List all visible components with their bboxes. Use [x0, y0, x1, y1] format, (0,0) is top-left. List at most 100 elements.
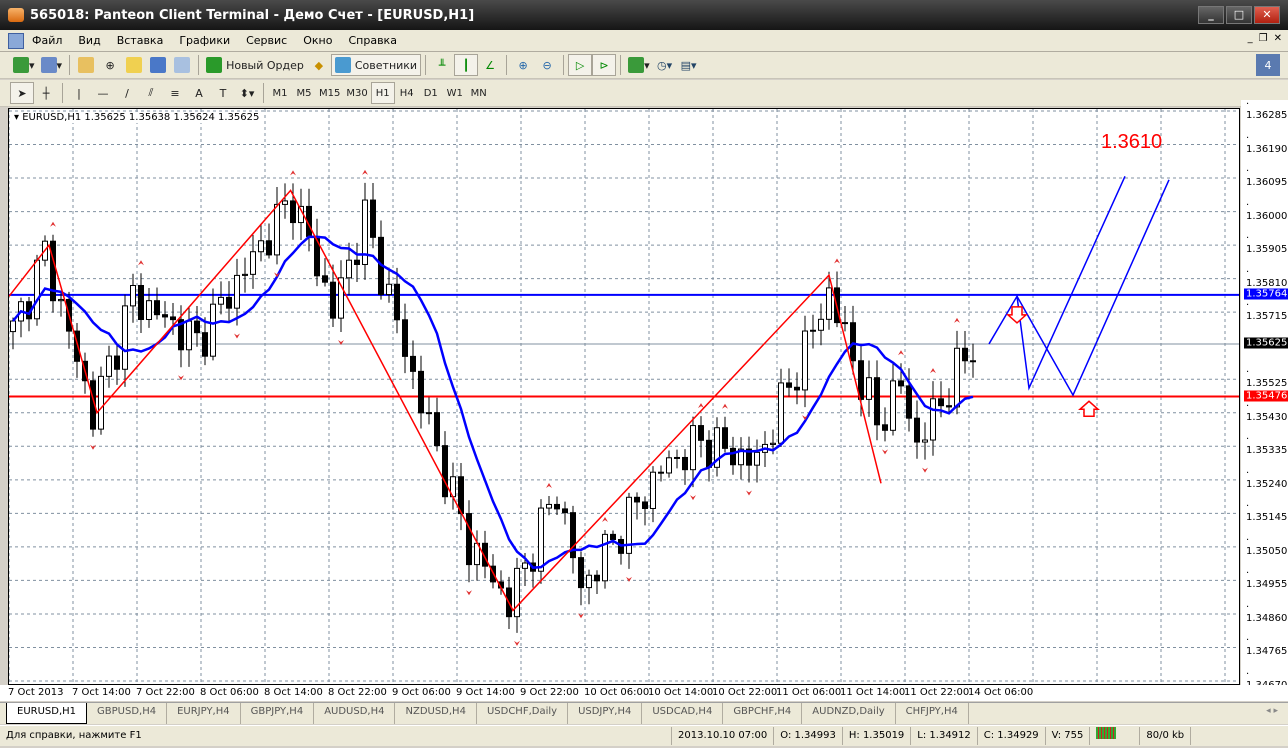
candle-body: [642, 501, 648, 509]
minimize-button[interactable]: _: [1198, 6, 1224, 24]
trendline-icon[interactable]: /: [115, 82, 139, 104]
chart-tab[interactable]: EURUSD,H1: [6, 703, 88, 724]
status-high: H: 1.35019: [843, 727, 912, 745]
timeframe-m30[interactable]: M30: [343, 82, 370, 104]
periods-button[interactable]: ◷▾: [653, 54, 677, 76]
chart-tab[interactable]: GBPJPY,H4: [241, 703, 315, 724]
timeframe-m5[interactable]: M5: [292, 82, 316, 104]
menu-tools[interactable]: Сервис: [238, 34, 295, 47]
candle-body: [258, 240, 264, 253]
candle-body: [98, 375, 104, 430]
chart-tab[interactable]: AUDUSD,H4: [314, 703, 396, 724]
mdi-restore[interactable]: ❐: [1259, 33, 1268, 44]
templates-button[interactable]: ▤▾: [677, 54, 701, 76]
sell-arrow-icon: [1006, 306, 1028, 324]
market-watch-icon[interactable]: [74, 54, 98, 76]
zoom-in-icon[interactable]: ⊕: [511, 54, 535, 76]
candle-body: [386, 283, 392, 296]
chart-tab[interactable]: CHFJPY,H4: [896, 703, 969, 724]
crosshair-icon[interactable]: ⊕: [98, 54, 122, 76]
candle-body: [874, 377, 880, 426]
candle-body: [370, 199, 376, 238]
candle-body: [202, 332, 208, 357]
candle-body: [538, 507, 544, 572]
chart-tab[interactable]: NZDUSD,H4: [395, 703, 477, 724]
arrows-icon[interactable]: ⬍▾: [235, 82, 259, 104]
menu-file[interactable]: Файл: [24, 34, 70, 47]
candle-body: [354, 259, 360, 265]
candle-body: [466, 513, 472, 566]
mdi-close[interactable]: ✕: [1274, 33, 1282, 44]
mdi-minimize[interactable]: _: [1248, 33, 1253, 44]
chart-shift-icon[interactable]: ⊳: [592, 54, 617, 76]
candle-body: [418, 370, 424, 414]
candle-body: [674, 456, 680, 459]
close-button[interactable]: ✕: [1254, 6, 1280, 24]
horizontal-line-icon[interactable]: —: [91, 82, 115, 104]
cursor-icon[interactable]: ➤: [10, 82, 34, 104]
expand-button[interactable]: 4: [1256, 54, 1280, 76]
autoscroll-icon[interactable]: ▷: [568, 54, 593, 76]
timeframe-m1[interactable]: M1: [268, 82, 292, 104]
candle-body: [946, 405, 952, 408]
navigator-icon[interactable]: [122, 54, 146, 76]
candlestick-icon[interactable]: ┃: [454, 54, 479, 76]
chart-tab[interactable]: AUDNZD,Daily: [802, 703, 896, 724]
time-tick: 10 Oct 14:00: [648, 687, 714, 698]
candle-body: [106, 355, 112, 377]
timeframe-h4[interactable]: H4: [395, 82, 419, 104]
vertical-line-icon[interactable]: |: [67, 82, 91, 104]
warning-icon[interactable]: ◆: [307, 54, 331, 76]
candle-body: [426, 412, 432, 415]
buy-arrow-icon: [1078, 400, 1100, 418]
timeframe-m15[interactable]: M15: [316, 82, 343, 104]
price-tick: · 1.35905: [1246, 233, 1288, 256]
chart-tab[interactable]: EURJPY,H4: [167, 703, 241, 724]
terminal-icon[interactable]: [146, 54, 170, 76]
menu-view[interactable]: Вид: [70, 34, 108, 47]
fibonacci-icon[interactable]: ≡: [163, 82, 187, 104]
new-order-button[interactable]: Новый Ордер: [203, 54, 307, 76]
chart-tab[interactable]: USDJPY,H4: [568, 703, 643, 724]
timeframe-w1[interactable]: W1: [443, 82, 467, 104]
candle-body: [242, 273, 248, 276]
candle-body: [410, 355, 416, 372]
app-icon: [8, 8, 24, 22]
fractal-up-arrow: [362, 169, 368, 175]
timeframe-mn[interactable]: MN: [467, 82, 491, 104]
text-icon[interactable]: A: [187, 82, 211, 104]
zoom-out-icon[interactable]: ⊖: [535, 54, 559, 76]
experts-button[interactable]: Советники: [330, 54, 422, 76]
chart-tab[interactable]: GBPCHF,H4: [723, 703, 803, 724]
candle-body: [754, 451, 760, 466]
timeframe-d1[interactable]: D1: [419, 82, 443, 104]
experts-icon: [334, 57, 351, 73]
status-traffic: 80/0 kb: [1140, 727, 1192, 745]
maximize-button[interactable]: □: [1226, 6, 1252, 24]
line-chart-icon[interactable]: ∠: [478, 54, 502, 76]
new-chart-button[interactable]: ▾: [10, 54, 38, 76]
fractal-down-arrow: [882, 449, 888, 455]
price-tick: · 1.36285: [1246, 99, 1288, 121]
chart-area[interactable]: 1.3610: [8, 108, 1240, 685]
profiles-button[interactable]: ▾: [38, 54, 66, 76]
candle-body: [970, 360, 976, 363]
tester-icon[interactable]: [170, 54, 194, 76]
menu-help[interactable]: Справка: [340, 34, 404, 47]
tab-scroll-arrows[interactable]: ◂ ▸: [1266, 706, 1278, 716]
chart-tab[interactable]: GBPUSD,H4: [87, 703, 168, 724]
crosshair-tool-icon[interactable]: ┼: [34, 82, 58, 104]
chart-tab[interactable]: USDCHF,Daily: [477, 703, 569, 724]
bar-chart-icon[interactable]: ╨: [430, 54, 454, 76]
fractal-up-arrow: [954, 317, 960, 323]
timeframe-h1[interactable]: H1: [370, 82, 395, 104]
text-label-icon[interactable]: T: [211, 82, 235, 104]
equidistant-channel-icon[interactable]: ⫽: [139, 82, 163, 104]
indicators-button[interactable]: ▾: [625, 54, 653, 76]
menu-window[interactable]: Окно: [295, 34, 340, 47]
chart-window-icon[interactable]: [8, 32, 24, 49]
menu-insert[interactable]: Вставка: [109, 34, 172, 47]
chart-tab[interactable]: USDCAD,H4: [642, 703, 724, 724]
menu-charts[interactable]: Графики: [171, 34, 238, 47]
candle-body: [322, 275, 328, 283]
